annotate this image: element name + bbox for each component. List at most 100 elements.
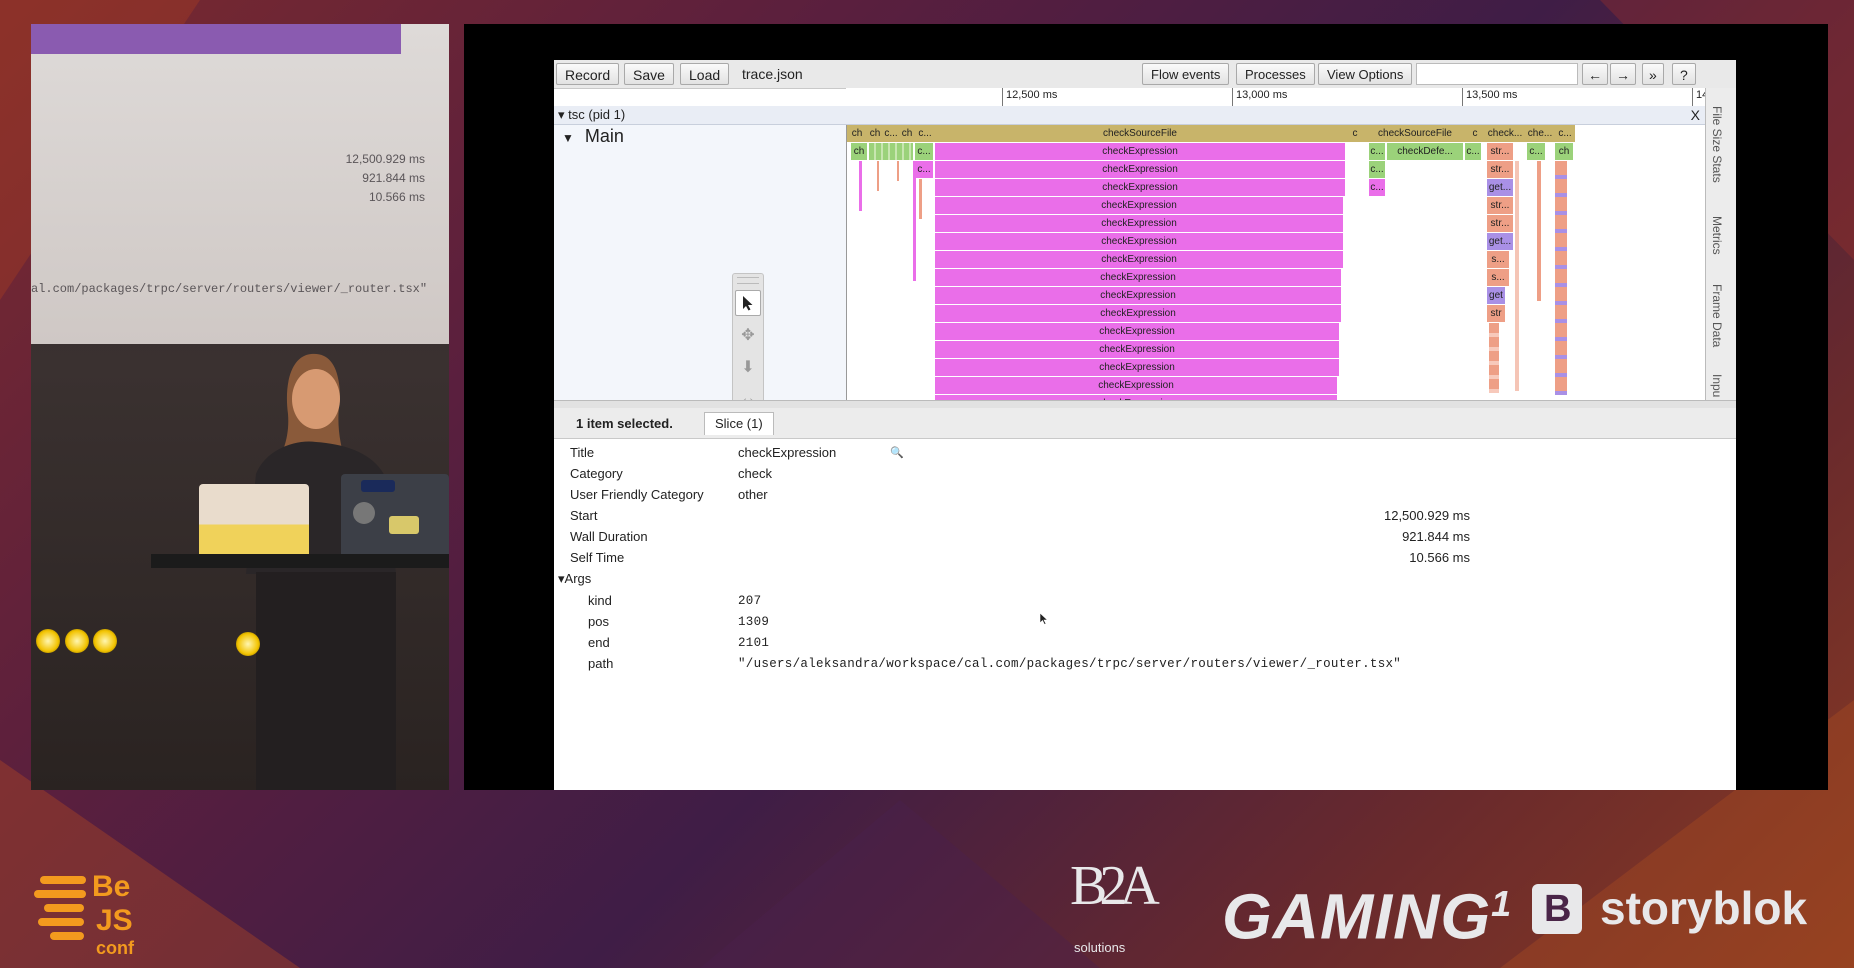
flame-slice[interactable]: c...: [1555, 125, 1575, 142]
record-button[interactable]: Record: [556, 63, 620, 85]
flame-slice[interactable]: checkExpression: [935, 269, 1341, 286]
flame-slice[interactable]: str...: [1487, 215, 1513, 232]
search-input[interactable]: [1416, 63, 1578, 85]
search-icon[interactable]: 🔍: [890, 444, 904, 462]
flame-slice[interactable]: s...: [1487, 269, 1509, 286]
flame-slice[interactable]: checkExpression: [935, 341, 1339, 358]
expand-triangle-icon[interactable]: ▼: [562, 131, 574, 145]
detail-row-start: Start 12,500.929 ms: [570, 507, 1470, 525]
flame-slice[interactable]: get...: [1487, 233, 1513, 250]
flame-slice[interactable]: c...: [1369, 143, 1385, 160]
flame-slice[interactable]: [1537, 161, 1541, 301]
flame-slice[interactable]: checkSourceFile: [935, 125, 1345, 142]
flame-slice[interactable]: ch: [847, 125, 867, 142]
flame-slice[interactable]: checkExpression: [935, 215, 1343, 232]
flame-slice[interactable]: c: [1465, 125, 1485, 142]
metrics-tab[interactable]: Metrics: [1710, 216, 1724, 255]
arg-row: kind 207: [570, 592, 1470, 610]
flame-slice[interactable]: ch: [899, 125, 915, 142]
flame-slice[interactable]: c...: [915, 143, 933, 160]
toolbar: Record Save Load trace.json Flow events …: [554, 60, 1736, 89]
flame-slice[interactable]: checkExpression: [935, 287, 1341, 304]
trace-viewer-window: Record Save Load trace.json Flow events …: [554, 60, 1736, 790]
flame-slice[interactable]: str...: [1487, 197, 1513, 214]
flame-slice[interactable]: checkExpression: [935, 323, 1339, 340]
view-options-button[interactable]: View Options: [1318, 63, 1413, 85]
load-button[interactable]: Load: [680, 63, 730, 85]
process-row[interactable]: ▾ tsc (pid 1) X: [554, 106, 1706, 125]
flame-slice[interactable]: get...: [1487, 179, 1513, 196]
flame-slice[interactable]: [913, 161, 916, 281]
flame-slice[interactable]: str: [1487, 305, 1505, 322]
bejs-text-js: JS: [96, 904, 133, 937]
flame-slice[interactable]: s...: [1487, 251, 1509, 268]
flame-slice[interactable]: checkExpression: [935, 143, 1345, 160]
flame-slice[interactable]: che...: [1525, 125, 1555, 142]
flame-slice[interactable]: checkExpression: [935, 161, 1345, 178]
gaming1-logo: GAMING1: [1222, 868, 1512, 952]
flame-slice[interactable]: checkSourceFile: [1365, 125, 1465, 142]
slice-details: Title checkExpression 🔍 Category check U…: [554, 439, 1736, 789]
flame-slice[interactable]: ch: [867, 125, 883, 142]
flame-slice[interactable]: c: [1345, 125, 1365, 142]
flame-slice[interactable]: c...: [915, 125, 935, 142]
thread-label-main[interactable]: ▼ Main: [562, 126, 624, 147]
flame-slice[interactable]: get: [1487, 287, 1505, 304]
selection-tool-icon[interactable]: [735, 290, 761, 316]
thread-header[interactable]: ▼ Main ✥ ⬇ ↔: [554, 125, 847, 425]
save-button[interactable]: Save: [624, 63, 674, 85]
flame-slice[interactable]: ch: [851, 143, 867, 160]
flame-slice[interactable]: checkExpression: [935, 197, 1343, 214]
palette-grip-icon[interactable]: [737, 277, 759, 284]
frame-data-tab[interactable]: Frame Data: [1710, 284, 1724, 347]
more-button[interactable]: »: [1642, 63, 1664, 85]
flame-slice[interactable]: c...: [1369, 161, 1385, 178]
processes-button[interactable]: Processes: [1236, 63, 1315, 85]
flame-slice[interactable]: checkExpression: [935, 305, 1341, 322]
flame-slice[interactable]: str...: [1487, 161, 1513, 178]
flame-slice[interactable]: checkExpression: [935, 179, 1345, 196]
flame-slice[interactable]: [1515, 161, 1519, 391]
flame-slice[interactable]: check...: [1485, 125, 1525, 142]
b2a-mark: B2A: [1070, 855, 1160, 917]
ruler-tick: 12,500 ms: [1002, 88, 1057, 106]
flame-slice[interactable]: [859, 161, 862, 211]
flame-slice[interactable]: [869, 143, 913, 160]
flame-slice[interactable]: checkExpression: [935, 233, 1343, 250]
flame-chart[interactable]: ch ch c... ch c... checkSourceFile c che…: [847, 125, 1707, 400]
input-tab[interactable]: Inpu: [1710, 374, 1724, 397]
flame-slice[interactable]: checkExpression: [935, 251, 1343, 268]
analysis-panel-header: 1 item selected. Slice (1): [554, 408, 1736, 439]
detail-value: check: [738, 466, 772, 481]
slice-tab[interactable]: Slice (1): [704, 412, 774, 435]
flame-slice[interactable]: str...: [1487, 143, 1513, 160]
process-label[interactable]: ▾ tsc (pid 1): [558, 107, 625, 122]
tablet-device: [199, 484, 309, 562]
close-process-button[interactable]: X: [1691, 106, 1700, 124]
flame-slice[interactable]: ch: [1555, 143, 1573, 160]
help-button[interactable]: ?: [1672, 63, 1696, 85]
flow-events-button[interactable]: Flow events: [1142, 63, 1230, 85]
projected-value: 921.844 ms: [362, 171, 425, 185]
prev-result-button[interactable]: ←: [1582, 63, 1608, 85]
pan-tool-icon[interactable]: ✥: [735, 322, 761, 348]
detail-row-args[interactable]: ▾Args: [558, 570, 1458, 588]
flame-slice[interactable]: c...: [1527, 143, 1545, 160]
flame-slice[interactable]: checkExpression: [935, 377, 1337, 394]
next-result-button[interactable]: →: [1610, 63, 1636, 85]
flame-slice[interactable]: [1555, 161, 1567, 395]
flame-slice[interactable]: checkExpression: [935, 359, 1339, 376]
flame-slice[interactable]: [919, 179, 922, 219]
flame-slice[interactable]: [1489, 323, 1499, 393]
flame-slice[interactable]: [877, 161, 879, 191]
flame-slice[interactable]: c...: [1465, 143, 1481, 160]
flame-slice[interactable]: checkDefe...: [1387, 143, 1463, 160]
file-size-stats-tab[interactable]: File Size Stats: [1710, 106, 1724, 183]
flame-slice[interactable]: [897, 161, 899, 181]
zoom-tool-icon[interactable]: ⬇: [735, 354, 761, 380]
flame-slice[interactable]: c...: [1369, 179, 1385, 196]
flame-slice[interactable]: c...: [883, 125, 899, 142]
arg-row: path "/users/aleksandra/workspace/cal.co…: [570, 655, 1470, 673]
args-toggle[interactable]: ▾Args: [558, 570, 591, 588]
flame-slice[interactable]: c...: [915, 161, 933, 178]
